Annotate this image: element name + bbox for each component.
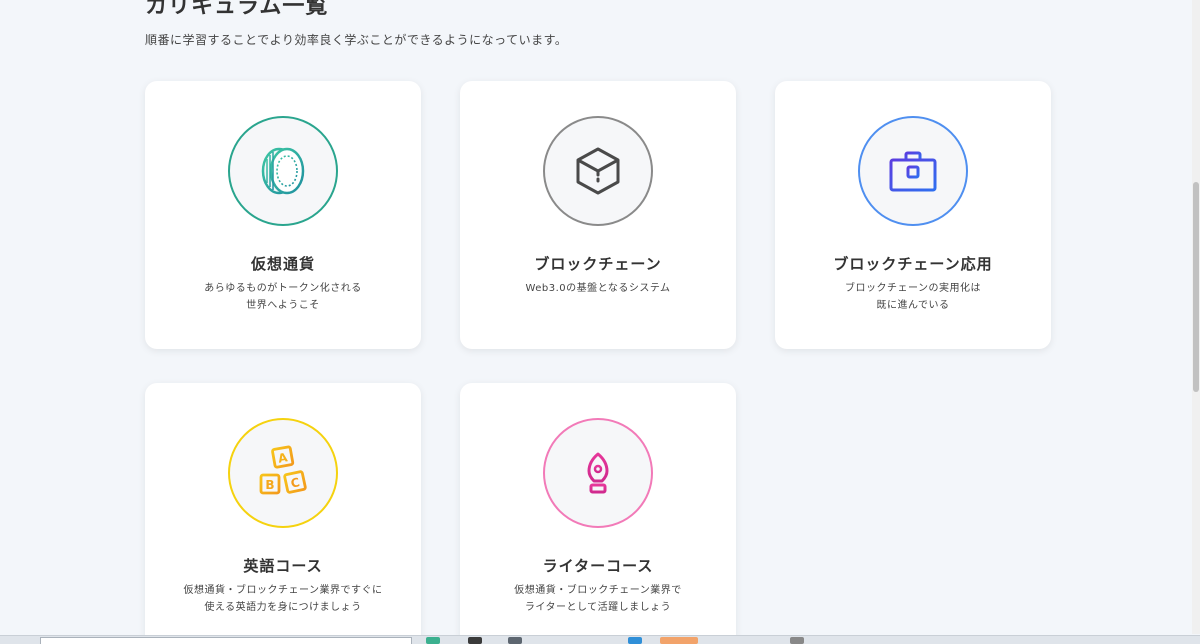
course-card-english[interactable]: A B C 英語コース 仮想通貨・ブロックチェーン業界ですぐに 使える英語力を身… (145, 383, 421, 644)
course-title: ライターコース (542, 557, 654, 575)
course-description: あらゆるものがトークン化される 世界へようこそ (145, 280, 421, 314)
course-description-line: Web3.0の基盤となるシステム (525, 283, 671, 294)
course-description: Web3.0の基盤となるシステム (460, 280, 736, 297)
briefcase-icon (858, 116, 968, 226)
course-title: ブロックチェーン応用 (833, 255, 993, 273)
course-description-line: 仮想通貨・ブロックチェーン業界で (514, 585, 682, 596)
page-scrollbar[interactable] (1192, 0, 1200, 634)
course-title: 仮想通貨 (250, 255, 315, 273)
course-description-line: 使える英語力を身につけましょう (204, 602, 362, 613)
course-description-line: 世界へようこそ (246, 300, 320, 311)
abc-blocks-icon: A B C (228, 418, 338, 528)
os-taskbar (0, 635, 1200, 644)
taskbar-app-icon[interactable] (660, 637, 698, 644)
coin-icon (228, 116, 338, 226)
course-card-writer[interactable]: ライターコース 仮想通貨・ブロックチェーン業界で ライターとして活躍しましょう (460, 383, 736, 644)
svg-text:B: B (265, 478, 274, 492)
section-description: 順番に学習することでより効率良く学ぶことができるようになっています。 (145, 33, 568, 47)
taskbar-app-icon[interactable] (426, 637, 440, 644)
taskbar-app-icon[interactable] (790, 637, 804, 644)
course-description-line: あらゆるものがトークン化される (204, 283, 362, 294)
cube-icon (543, 116, 653, 226)
course-description: ブロックチェーンの実用化は 既に進んでいる (775, 280, 1051, 314)
section-title: カリキュラム一覧 (145, 0, 329, 19)
course-title: 英語コース (243, 557, 323, 575)
taskbar-app-icon[interactable] (628, 637, 642, 644)
course-card-blockchain-applied[interactable]: ブロックチェーン応用 ブロックチェーンの実用化は 既に進んでいる (775, 81, 1051, 349)
course-description-line: ライターとして活躍しましょう (524, 602, 672, 613)
svg-text:A: A (277, 450, 289, 466)
course-card-crypto[interactable]: 仮想通貨 あらゆるものがトークン化される 世界へようこそ (145, 81, 421, 349)
curriculum-page: カリキュラム一覧 順番に学習することでより効率良く学ぶことができるようになってい… (0, 0, 1200, 644)
taskbar-app-icon[interactable] (508, 637, 522, 644)
scrollbar-thumb[interactable] (1193, 182, 1199, 392)
course-description: 仮想通貨・ブロックチェーン業界ですぐに 使える英語力を身につけましょう (145, 582, 421, 616)
taskbar-app-icon[interactable] (468, 637, 482, 644)
course-description-line: 既に進んでいる (876, 300, 950, 311)
taskbar-search-box[interactable] (40, 637, 412, 644)
fountain-pen-icon (543, 418, 653, 528)
course-description-line: ブロックチェーンの実用化は (845, 283, 981, 294)
course-card-blockchain[interactable]: ブロックチェーン Web3.0の基盤となるシステム (460, 81, 736, 349)
course-description: 仮想通貨・ブロックチェーン業界で ライターとして活躍しましょう (460, 582, 736, 616)
course-description-line: 仮想通貨・ブロックチェーン業界ですぐに (183, 585, 383, 596)
svg-text:C: C (289, 475, 301, 491)
course-title: ブロックチェーン (534, 255, 662, 273)
